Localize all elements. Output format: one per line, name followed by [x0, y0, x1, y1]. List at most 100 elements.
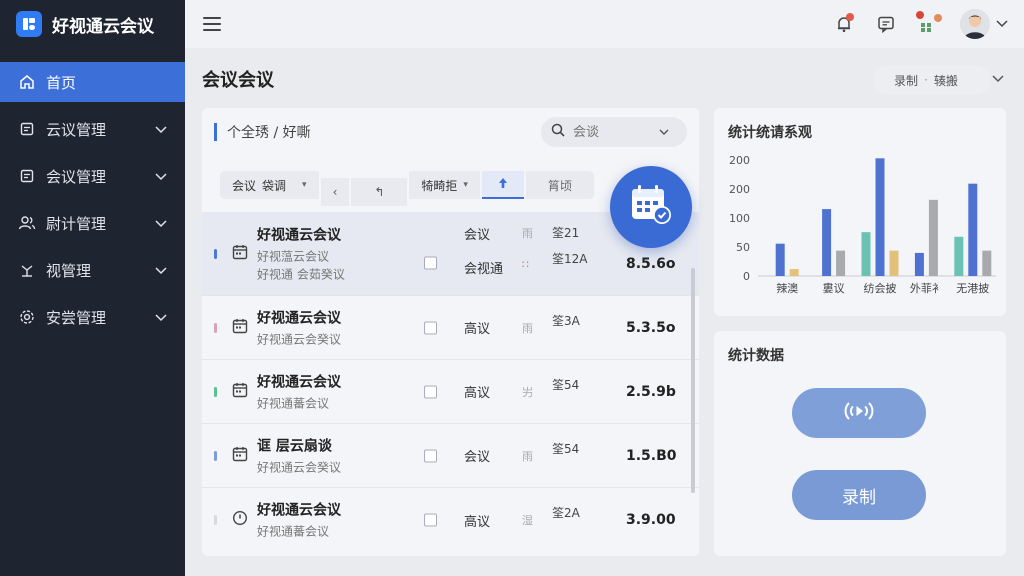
meeting-sub: 好视通蕃会议 [257, 524, 330, 539]
play-button[interactable] [792, 388, 926, 438]
app-logo-icon [16, 11, 42, 37]
notification-bell-icon[interactable] [834, 13, 854, 34]
badge-dot [916, 11, 924, 19]
sort-select[interactable]: 犄畸拒 ▾ [409, 171, 480, 199]
table-row[interactable]: 诓 层云扇谈 好视通云会癸议 会议 雨 筌54 1.5.B0 [202, 424, 699, 488]
row-checkbox[interactable] [424, 449, 437, 462]
document-icon [18, 167, 36, 185]
badge-dot [934, 14, 942, 22]
record-pill-left: 录制 [894, 73, 919, 88]
bar[interactable] [875, 158, 885, 276]
search-box[interactable] [541, 117, 687, 147]
user-menu[interactable] [960, 9, 1008, 39]
scrollbar[interactable] [691, 268, 695, 493]
row-name-block: 好视通云会议 好视蕰云会议 好视通 会茹癸议 [257, 224, 345, 283]
sidebar-item-cloud-management[interactable]: 云议管理 [0, 109, 185, 149]
row-glyph: ᠎雨 [522, 227, 533, 240]
row-checkbox[interactable] [424, 256, 437, 270]
row-glyph: 屴 [522, 385, 533, 399]
chevron-down-icon [155, 214, 167, 232]
meeting-value: 5.3.5o [626, 319, 676, 336]
meeting-code: 筌21 [552, 226, 580, 240]
bar[interactable] [982, 250, 992, 276]
row-checkbox[interactable] [424, 321, 437, 334]
y-tick-label: 50 [736, 241, 750, 254]
table-row[interactable]: 好视通云会议 好视通云会癸议 高议 雨 筌3A 5.3.5o [202, 296, 699, 360]
message-icon[interactable] [876, 14, 896, 34]
search-icon [551, 123, 565, 141]
play-broadcast-icon [841, 400, 877, 426]
row-name-block: 诓 层云扇谈 好视通云会癸议 [257, 435, 341, 476]
row-glyph: ∷ [522, 258, 529, 271]
table-row[interactable]: 好视通云会议 好视通蕃会议 高议 湿 筌2A 3.9.00 [202, 488, 699, 552]
sidebar-item-security-management[interactable]: 安尝管理 [0, 297, 185, 337]
sidebar-item-label: 首页 [46, 73, 77, 92]
meeting-type: 高议 [464, 322, 491, 337]
sort-select-label: 犄畸拒 [421, 178, 458, 193]
sidebar-item-meeting-management[interactable]: 会议管理 [0, 156, 185, 196]
top-bar [185, 0, 1024, 48]
bar[interactable] [889, 250, 899, 276]
meeting-value: 1.5.B0 [626, 447, 677, 464]
meeting-type: 高议 [464, 386, 491, 401]
row-checkbox[interactable] [424, 385, 437, 398]
sidebar-item-home[interactable]: 首页 [0, 62, 185, 102]
app-title: 好视通云会议 [52, 16, 154, 37]
notification-dot [846, 13, 854, 21]
bar[interactable] [914, 252, 924, 276]
y-tick-label: 0 [743, 270, 750, 283]
bar[interactable] [836, 250, 846, 276]
apps-icon[interactable] [916, 11, 942, 34]
meeting-name: 好视通云会议 [257, 310, 341, 326]
type-select-value: 袋调 [262, 178, 287, 193]
chevron-down-icon[interactable] [992, 72, 1004, 87]
x-tick-label: 纺会披 [864, 281, 897, 295]
gear-icon [18, 308, 36, 326]
bar[interactable] [968, 183, 978, 276]
meetings-list: 好视通云会议 好视蕰云会议 好视通 会茹癸议 会议 会视通 ᠎雨 ∷ 筌21 筌… [202, 212, 699, 552]
brand[interactable]: 好视通云会议 [0, 0, 185, 48]
sidebar-nav: 首页 云议管理 会议管理 尉计管理 视管理 安尝管理 [0, 62, 185, 337]
record-pill[interactable]: 录制 · 辏搬 [874, 65, 990, 95]
type-select[interactable]: 会议 袋调 ▾ [220, 171, 319, 199]
back-button[interactable]: ↰ [351, 178, 408, 206]
calendar-icon [232, 446, 248, 466]
search-input[interactable] [573, 124, 651, 140]
row-accent [214, 386, 217, 397]
bar[interactable] [775, 243, 785, 276]
meeting-name: 好视通云会议 [257, 502, 341, 519]
bar[interactable] [928, 199, 938, 276]
bar[interactable] [822, 209, 832, 276]
meeting-code: 筌54 [552, 378, 580, 392]
prev-button[interactable]: ‹ [320, 178, 350, 206]
chevron-down-icon [155, 120, 167, 138]
sidebar-item-label: 会议管理 [46, 167, 107, 186]
meeting-sub: 好视通 会茹癸议 [257, 267, 345, 281]
sidebar-item-statistics-management[interactable]: 尉计管理 [0, 203, 185, 243]
type-select-label: 会议 [232, 178, 257, 193]
bar[interactable] [861, 232, 871, 276]
bar[interactable] [954, 236, 964, 276]
record-button[interactable]: 录制 [792, 470, 926, 520]
document-icon [18, 120, 36, 138]
home-icon [18, 73, 36, 91]
row-checkbox[interactable] [424, 513, 437, 527]
filter-button[interactable]: 筲顷 [525, 171, 594, 199]
meeting-value: 8.5.6o [626, 256, 676, 272]
calendar-badge[interactable] [610, 166, 692, 248]
sidebar-item-label: 安尝管理 [46, 308, 107, 327]
meeting-type: 会议 [464, 450, 491, 465]
table-row[interactable]: 好视通云会议 好视通蕃会议 高议 屴 筌54 2.5.9b [202, 360, 699, 424]
meeting-sub: 好视蕰云会议 [257, 249, 330, 263]
sidebar-item-video-management[interactable]: 视管理 [0, 250, 185, 290]
stats-card: 统计统请系观 0 50 100 200 200 辣澳 婁议 纺会披 外菲衤 无港披 [714, 108, 1006, 316]
row-name-block: 好视通云会议 好视通蕃会议 [257, 371, 341, 412]
record-pill-right: 辏搬 [933, 73, 958, 88]
x-tick-label: 外菲衤 [910, 282, 943, 295]
calendar-icon [232, 382, 248, 402]
bar[interactable] [789, 269, 799, 276]
menu-toggle-icon[interactable] [203, 17, 221, 31]
row-glyph: 雨 [522, 449, 533, 463]
sort-up-button[interactable] [481, 171, 524, 199]
chevron-down-icon [155, 308, 167, 326]
